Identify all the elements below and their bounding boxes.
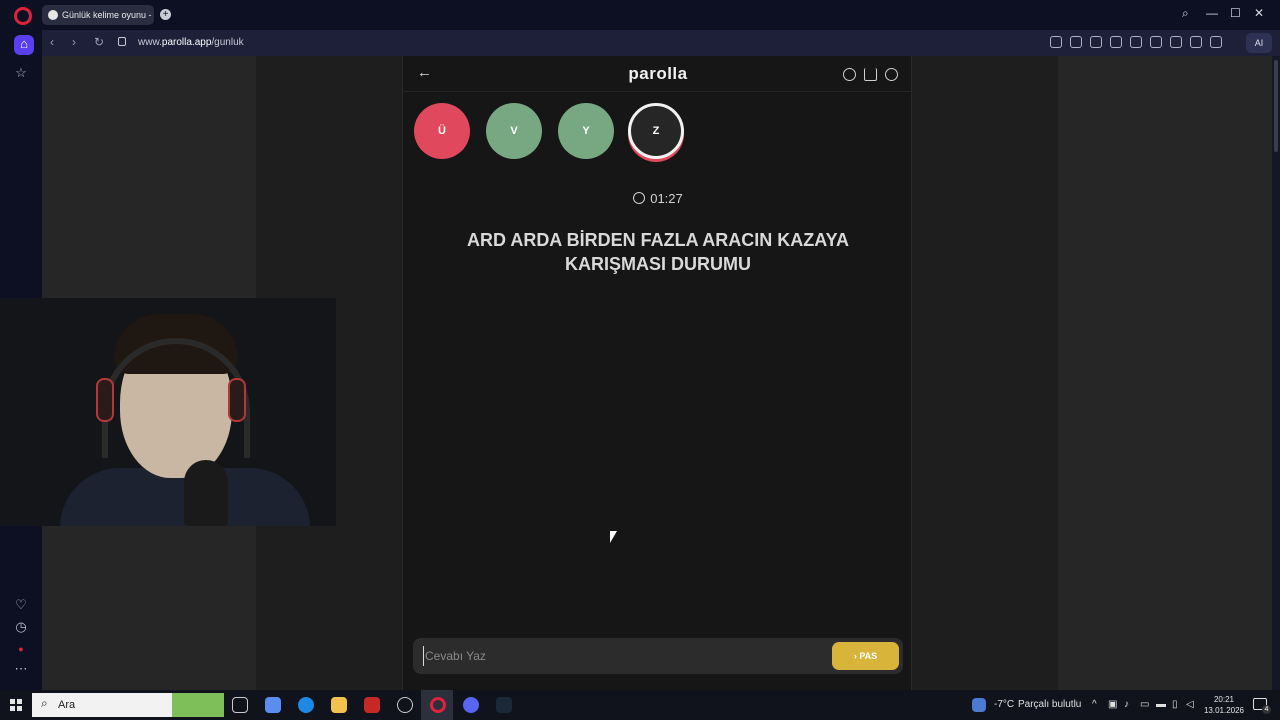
pass-button[interactable]: › PAS <box>832 642 899 670</box>
heart-icon[interactable] <box>1150 36 1162 48</box>
download-icon[interactable] <box>1170 36 1182 48</box>
tab-favicon-icon <box>48 10 58 20</box>
scrollbar-thumb[interactable] <box>1274 60 1278 152</box>
webcam-overlay <box>0 298 336 526</box>
discord-icon[interactable] <box>463 697 479 713</box>
edit-icon[interactable] <box>1050 36 1062 48</box>
weather-temp[interactable]: -7°C <box>994 699 1014 710</box>
search-label: Ara <box>58 699 76 711</box>
tray-app-icon[interactable]: ▣ <box>1108 699 1117 710</box>
answer-input[interactable] <box>423 646 813 666</box>
browser-tab[interactable]: Günlük kelime oyunu - pa <box>42 5 154 25</box>
tray-chevron-icon[interactable]: ^ <box>1092 699 1097 710</box>
ai-button[interactable]: AI <box>1246 33 1272 53</box>
notification-count: 4 <box>1262 705 1271 714</box>
system-clock[interactable]: 20:21 13.01.2026 <box>1200 694 1248 716</box>
tab-title: Günlük kelime oyunu - pa <box>62 10 154 20</box>
maximize-button[interactable]: ☐ <box>1230 6 1241 20</box>
reload-icon[interactable]: ↻ <box>94 35 104 49</box>
windows-start-icon[interactable] <box>10 699 22 711</box>
opera-taskbar-icon[interactable] <box>430 697 446 713</box>
lock-icon <box>118 37 126 46</box>
minimize-button[interactable]: — <box>1206 6 1218 20</box>
info-icon[interactable] <box>843 68 856 81</box>
account-icon[interactable] <box>885 68 898 81</box>
browser-tab-bar: Günlük kelime oyunu - pa + ⌕ — ☐ ✕ <box>0 0 1280 30</box>
letter-circle-correct: V <box>486 103 542 159</box>
profile-icon[interactable] <box>1210 36 1222 48</box>
mouse-cursor <box>610 531 617 543</box>
extensions-icon[interactable] <box>1110 36 1122 48</box>
favorites-heart-icon[interactable]: ♡ <box>12 596 30 614</box>
right-gutter <box>912 56 1058 690</box>
steam-icon[interactable] <box>496 697 512 713</box>
headset-ear-right <box>228 378 246 422</box>
letter-circle-wrong: Ü <box>414 103 470 159</box>
notification-icon[interactable]: 4 <box>1253 698 1271 714</box>
url-field[interactable]: www.parolla.app/gunluk <box>138 37 244 48</box>
headset-ear-left <box>96 378 114 422</box>
voicemeeter-icon[interactable] <box>364 697 380 713</box>
clock-icon <box>633 192 646 204</box>
pass-label: PAS <box>859 651 878 661</box>
play-icon[interactable] <box>1130 36 1142 48</box>
back-nav-icon[interactable]: ‹ <box>50 35 54 49</box>
task-view-icon[interactable] <box>232 697 248 713</box>
home-icon[interactable]: ⌂ <box>14 35 34 55</box>
tab-search-icon[interactable]: ⌕ <box>1182 6 1189 21</box>
new-tab-button[interactable]: + <box>160 9 171 20</box>
weather-icon[interactable] <box>972 698 986 712</box>
letter-circle-correct: Y <box>558 103 614 159</box>
pinboard-icon[interactable]: ☆ <box>12 64 30 82</box>
network-tray-icon[interactable]: ▯ <box>1172 699 1178 710</box>
countdown-timer: 01:27 <box>403 191 913 206</box>
right-margin <box>1058 56 1272 690</box>
microphone <box>184 460 228 526</box>
letter-circle-active: Z <box>628 103 684 159</box>
question-text: ARD ARDA BİRDEN FAZLA ARACIN KAZAYA KARI… <box>466 230 849 274</box>
timer-value: 01:27 <box>650 191 683 206</box>
game-panel: ← parolla Ü V Y Z 01:27 ARD ARDA BİRDEN … <box>402 56 913 690</box>
history-icon[interactable]: ◷ <box>12 618 30 636</box>
more-icon[interactable]: ⋯ <box>12 660 30 678</box>
clock-time: 20:21 <box>1213 695 1235 704</box>
obs-icon[interactable] <box>397 697 413 713</box>
display-tray-icon[interactable]: ▭ <box>1140 699 1149 710</box>
close-window-button[interactable]: ✕ <box>1254 6 1264 20</box>
opera-logo-icon[interactable] <box>14 7 32 25</box>
address-bar: ‹ › ↻ www.parolla.app/gunluk AI <box>42 30 1280 56</box>
edge-icon[interactable] <box>298 697 314 713</box>
volume-tray-icon[interactable]: ◁ <box>1186 699 1194 710</box>
microphone-tray-icon[interactable]: ♪ <box>1124 699 1129 710</box>
search-highlight-image <box>172 693 224 717</box>
ublock-icon[interactable]: ● <box>12 640 30 658</box>
clock-date: 13.01.2026 <box>1203 706 1245 715</box>
forward-nav-icon[interactable]: › <box>72 35 76 49</box>
chevron-right-icon: › <box>853 651 857 661</box>
menu-icon[interactable] <box>1190 36 1202 48</box>
copilot-icon[interactable] <box>265 697 281 713</box>
stats-icon[interactable] <box>864 68 877 81</box>
shield-icon[interactable] <box>1090 36 1102 48</box>
app-logo[interactable]: parolla <box>403 64 913 84</box>
battery-tray-icon[interactable]: ▬ <box>1156 699 1166 710</box>
search-icon: ⌕ <box>41 696 48 710</box>
weather-text[interactable]: Parçalı bulutlu <box>1018 699 1081 710</box>
taskbar-search[interactable]: ⌕ Ara <box>32 693 224 717</box>
windows-taskbar: ⌕ Ara -7°C Parçalı bulutlu ^ ▣ ♪ ▭ ▬ ▯ ◁… <box>0 690 1280 720</box>
camera-icon[interactable] <box>1070 36 1082 48</box>
game-header: ← parolla <box>403 56 913 92</box>
page-scrollbar[interactable] <box>1272 56 1280 690</box>
file-explorer-icon[interactable] <box>331 697 347 713</box>
answer-bar: › PAS <box>413 638 903 674</box>
